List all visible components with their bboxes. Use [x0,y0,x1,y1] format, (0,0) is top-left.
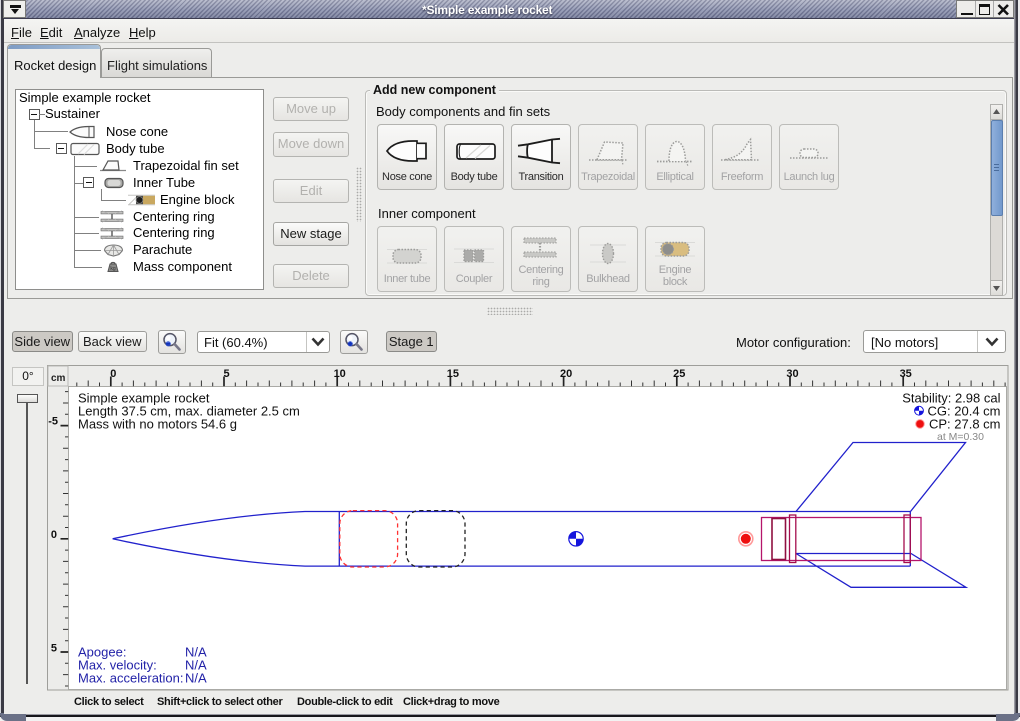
svg-text:0: 0 [110,368,116,380]
svg-text:cm: cm [51,373,66,384]
svg-text:Mass with no motors 54.6 g: Mass with no motors 54.6 g [78,417,237,432]
svg-text:35: 35 [900,368,912,380]
svg-text:N/A: N/A [185,671,207,686]
svg-text:30: 30 [786,368,798,380]
svg-text:Max. acceleration:: Max. acceleration: [78,671,184,686]
svg-text:20: 20 [560,368,572,380]
svg-text:CP: 27.8 cm: CP: 27.8 cm [929,417,1001,432]
svg-text:5: 5 [223,368,229,380]
svg-text:-5: -5 [48,416,58,428]
svg-text:at M=0.30: at M=0.30 [937,431,984,443]
svg-text:0: 0 [51,529,57,541]
svg-text:25: 25 [673,368,685,380]
svg-text:5: 5 [51,643,57,655]
svg-text:10: 10 [334,368,346,380]
svg-text:15: 15 [447,368,459,380]
svg-text:kg: kg [110,266,116,272]
